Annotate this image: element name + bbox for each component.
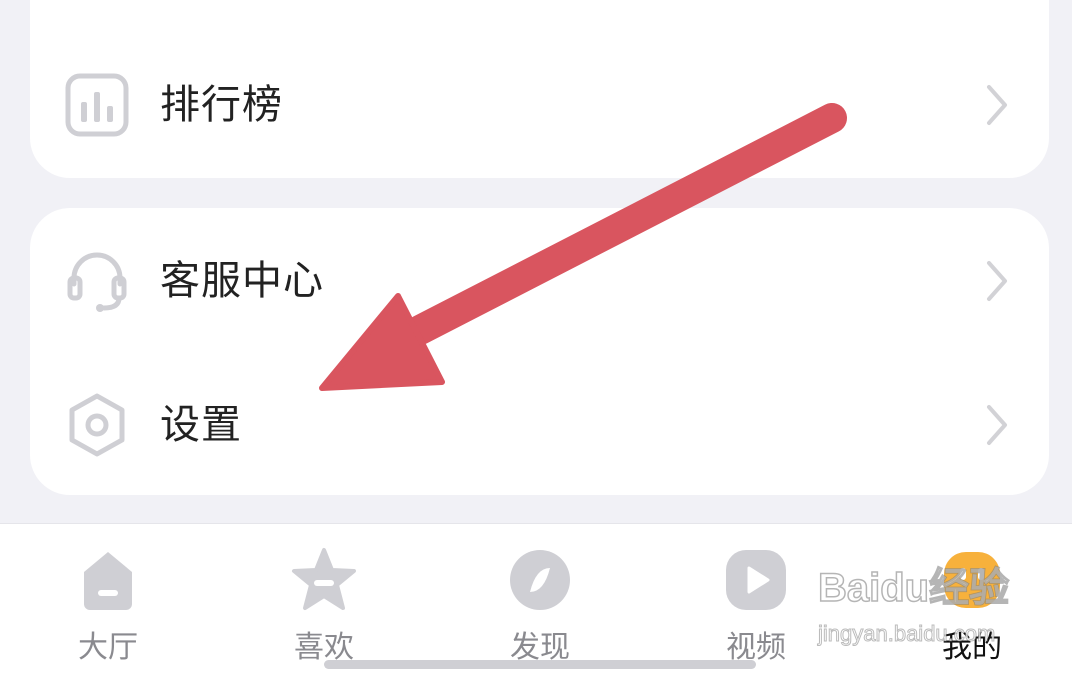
headset-icon (67, 252, 127, 312)
service-menu-card: 客服中心 设置 (30, 208, 1049, 495)
gear-hexagon-icon (69, 393, 125, 457)
menu-label-ranking: 排行榜 (160, 82, 283, 128)
menu-row-service[interactable]: 客服中心 (30, 226, 1049, 336)
tab-hall[interactable]: 大厅 (38, 524, 178, 673)
menu-label-service: 客服中心 (160, 258, 324, 304)
menu-label-settings: 设置 (160, 402, 242, 448)
watermark-brand: Baidu经验 (817, 565, 1010, 611)
home-icon (84, 552, 132, 610)
watermark-url: jingyan.baidu.com (817, 621, 996, 647)
menu-row-ranking[interactable]: 排行榜 (30, 50, 1049, 160)
compass-icon (510, 550, 570, 610)
baidu-jingyan-watermark: Baidu经验 jingyan.baidu.com (817, 555, 1018, 655)
tab-video[interactable]: 视频 (686, 524, 826, 673)
star-icon (292, 548, 356, 610)
play-icon (726, 550, 786, 610)
chevron-right-icon (987, 85, 1007, 125)
chevron-right-icon (987, 405, 1007, 445)
chevron-right-icon (987, 261, 1007, 301)
home-indicator[interactable] (324, 660, 756, 669)
menu-row-settings[interactable]: 设置 (30, 370, 1049, 480)
tab-discover[interactable]: 发现 (470, 524, 610, 673)
top-menu-card: 排行榜 (30, 0, 1049, 178)
tab-label: 大厅 (78, 630, 138, 665)
tab-favorites[interactable]: 喜欢 (254, 524, 394, 673)
bar-chart-icon (65, 73, 129, 137)
